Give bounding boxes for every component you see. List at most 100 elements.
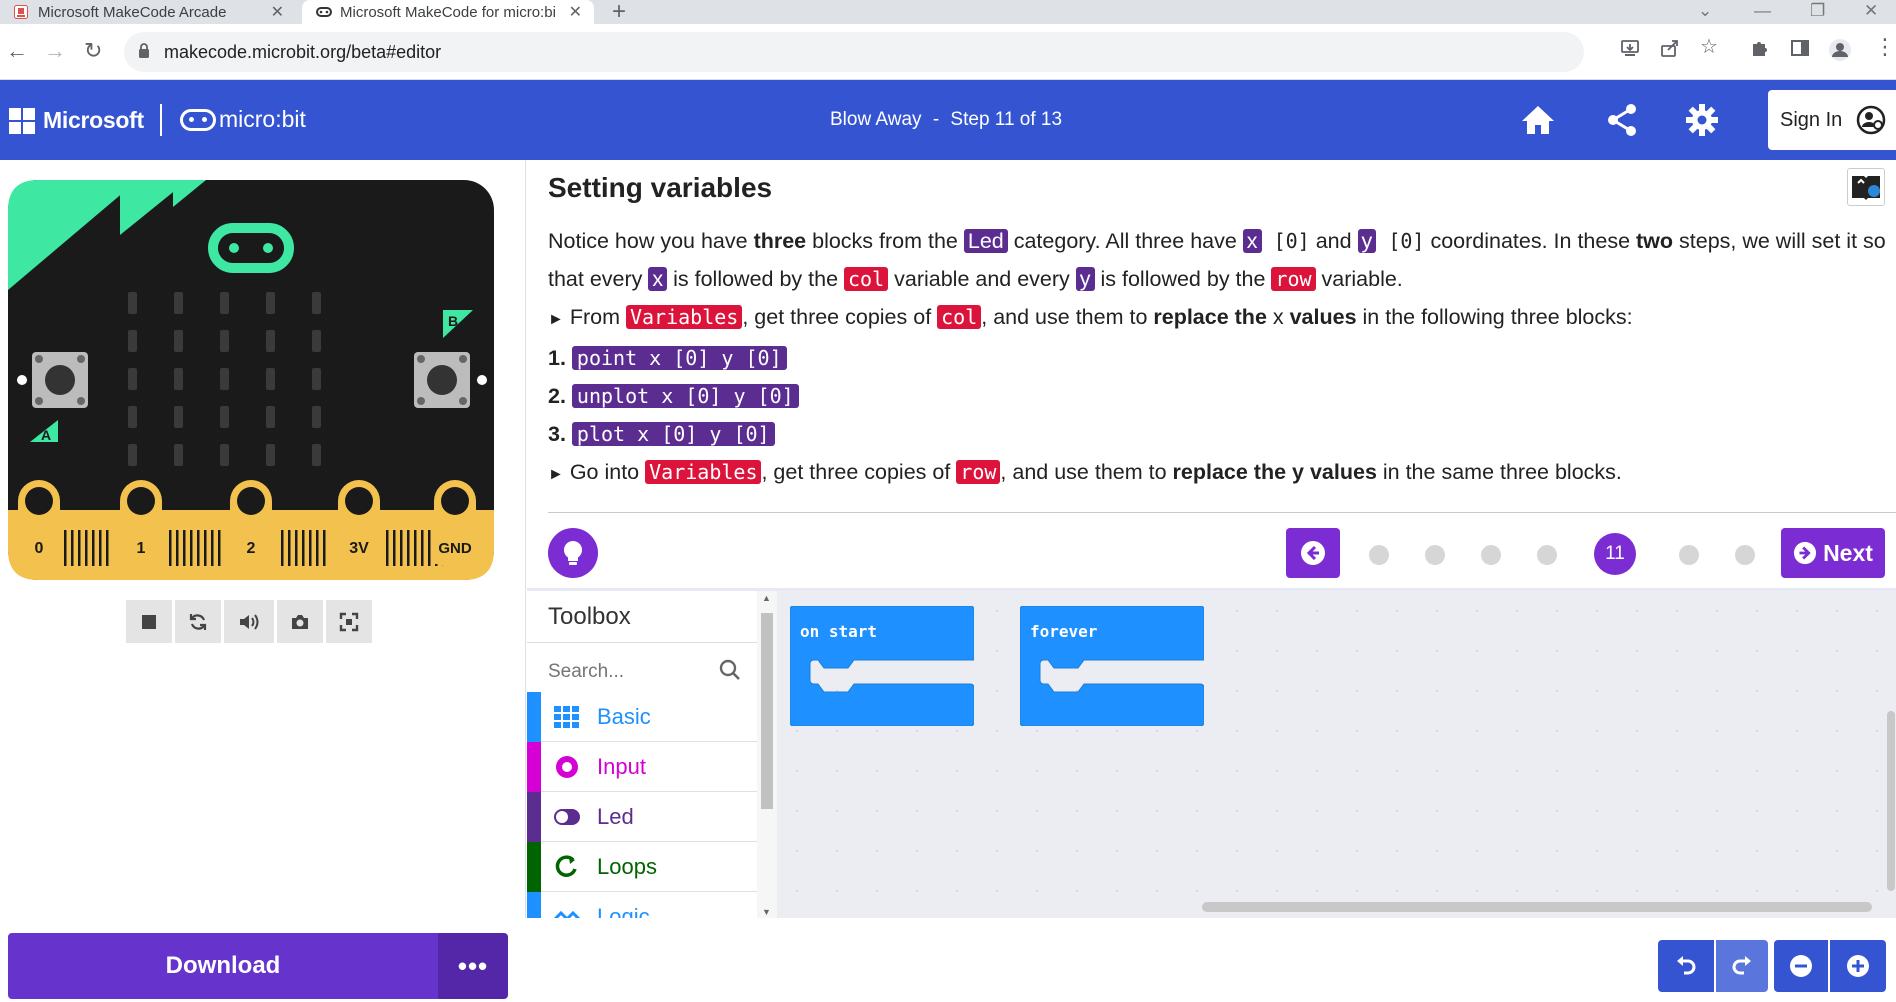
hint-button[interactable]	[548, 528, 598, 578]
list-number: 1.	[548, 346, 566, 370]
led-pixel	[128, 406, 137, 428]
reload-icon[interactable]: ↻	[84, 36, 102, 66]
immersive-reader-button[interactable]	[1847, 168, 1885, 206]
new-tab-button[interactable]: +	[612, 0, 626, 24]
restart-button[interactable]	[175, 600, 221, 643]
browser-menu-icon[interactable]: ⋮	[1874, 34, 1896, 60]
home-icon[interactable]	[1520, 102, 1556, 138]
microsoft-logo[interactable]: Microsoft	[9, 107, 144, 134]
tutorial-divider	[548, 512, 1896, 513]
step-dot[interactable]	[1735, 545, 1755, 565]
restore-icon[interactable]: ❐	[1810, 0, 1825, 22]
sign-in-label: Sign In	[1780, 108, 1843, 131]
category-logic[interactable]: Logic	[527, 892, 757, 918]
url-field[interactable]: makecode.microbit.org/beta#editor	[124, 32, 1584, 72]
led-pixel	[266, 444, 275, 466]
scroll-down-icon[interactable]: ▼	[762, 907, 771, 917]
button-b[interactable]	[414, 352, 470, 408]
on-start-block[interactable]: on start	[789, 605, 975, 731]
step-dot[interactable]	[1481, 545, 1501, 565]
grid-icon	[554, 706, 579, 728]
window-close-icon[interactable]: ✕	[1864, 0, 1878, 22]
stop-button[interactable]	[126, 600, 172, 643]
text: is followed by the	[667, 267, 845, 291]
current-step-indicator[interactable]: 11	[1594, 533, 1636, 575]
toolbox-scroll-thumb[interactable]	[761, 613, 773, 809]
stop-icon	[142, 614, 156, 629]
profile-avatar-icon[interactable]	[1828, 38, 1852, 62]
category-basic[interactable]: Basic	[527, 692, 757, 742]
install-app-icon[interactable]	[1620, 38, 1640, 58]
edge-connector-tooth	[183, 530, 186, 566]
edge-connector-tooth	[85, 530, 88, 566]
back-icon[interactable]: ←	[6, 36, 28, 66]
previous-step-button[interactable]	[1286, 528, 1340, 578]
share-icon[interactable]	[1604, 102, 1640, 138]
sign-in-button[interactable]: Sign In	[1768, 90, 1896, 150]
led-pixel	[174, 406, 183, 428]
toolbox-search-input[interactable]	[548, 661, 718, 683]
category-label: Led	[597, 804, 634, 829]
browser-tab-arcade[interactable]: Microsoft MakeCode Arcade ✕	[0, 0, 296, 24]
download-button[interactable]: Download	[8, 933, 438, 999]
fullscreen-button[interactable]	[326, 600, 372, 643]
list-number: 2.	[548, 384, 566, 408]
row-variable-chip: row	[1271, 267, 1316, 291]
blocks-workspace[interactable]: on start forever	[777, 588, 1896, 918]
step-dot[interactable]	[1369, 545, 1389, 565]
search-icon[interactable]	[719, 659, 741, 681]
arrow-left-circle-icon	[1301, 541, 1325, 565]
redo-button[interactable]	[1716, 940, 1768, 992]
next-step-button[interactable]: Next	[1781, 528, 1885, 578]
microbit-simulator-board[interactable]: A B 0 1 2 3V GND	[8, 180, 494, 580]
lock-icon	[139, 43, 149, 58]
step-dot[interactable]	[1679, 545, 1699, 565]
zoom-out-button[interactable]	[1774, 940, 1828, 992]
edge-connector-tooth	[197, 530, 200, 566]
minimize-icon[interactable]: —	[1754, 0, 1771, 22]
settings-icon[interactable]	[1684, 102, 1720, 138]
close-tab-icon[interactable]: ✕	[271, 2, 284, 22]
screenshot-button[interactable]	[277, 600, 323, 643]
share-page-icon[interactable]	[1660, 38, 1680, 58]
pin-3v[interactable]: 3V	[338, 480, 380, 570]
workspace-vertical-scrollbar[interactable]	[1887, 711, 1895, 891]
undo-button[interactable]	[1658, 940, 1714, 992]
category-loops[interactable]: Loops	[527, 842, 757, 892]
tab-search-icon[interactable]: ⌄	[1698, 0, 1712, 22]
toolbox-scrollbar[interactable]: ▲ ▼	[757, 591, 777, 918]
bookmark-star-icon[interactable]: ☆	[1700, 34, 1718, 59]
microbit-logo[interactable]: micro:bit	[180, 106, 306, 133]
step-dot[interactable]	[1425, 545, 1445, 565]
button-a[interactable]	[32, 352, 88, 408]
emphasis: replace the y values	[1172, 460, 1377, 484]
scroll-up-icon[interactable]: ▲	[762, 593, 771, 603]
more-options-button[interactable]: •••	[438, 933, 508, 999]
pin-1-label: 1	[137, 540, 146, 557]
step-dot[interactable]	[1537, 545, 1557, 565]
category-input[interactable]: Input	[527, 742, 757, 792]
forward-icon[interactable]: →	[44, 36, 66, 66]
pin-0[interactable]: 0	[18, 480, 60, 570]
simulator-controls	[126, 600, 372, 643]
instruction-paragraph: Notice how you have three blocks from th…	[548, 222, 1888, 298]
zoom-in-icon	[1847, 955, 1869, 977]
pin-gnd[interactable]: GND	[432, 480, 478, 570]
edge-connector-tooth	[302, 530, 305, 566]
edge-connector-tooth	[281, 530, 284, 566]
workspace-horizontal-scrollbar[interactable]	[1202, 902, 1872, 912]
text: variable.	[1315, 267, 1403, 291]
side-panel-icon[interactable]	[1790, 38, 1810, 58]
forever-block[interactable]: forever	[1019, 605, 1205, 731]
edge-connector-tooth	[295, 530, 298, 566]
zoom-in-button[interactable]	[1830, 940, 1886, 992]
browser-tab-microbit[interactable]: Microsoft MakeCode for micro:bi ✕	[302, 0, 594, 24]
step-counter: Step 11 of 13	[950, 109, 1063, 130]
extensions-icon[interactable]	[1750, 38, 1770, 58]
edge-connector-tooth	[204, 530, 207, 566]
mute-button[interactable]	[224, 600, 274, 643]
close-tab-icon[interactable]: ✕	[569, 2, 582, 22]
category-led[interactable]: Led	[527, 792, 757, 842]
pin-2[interactable]: 2	[230, 480, 272, 570]
pin-1[interactable]: 1	[120, 480, 162, 570]
